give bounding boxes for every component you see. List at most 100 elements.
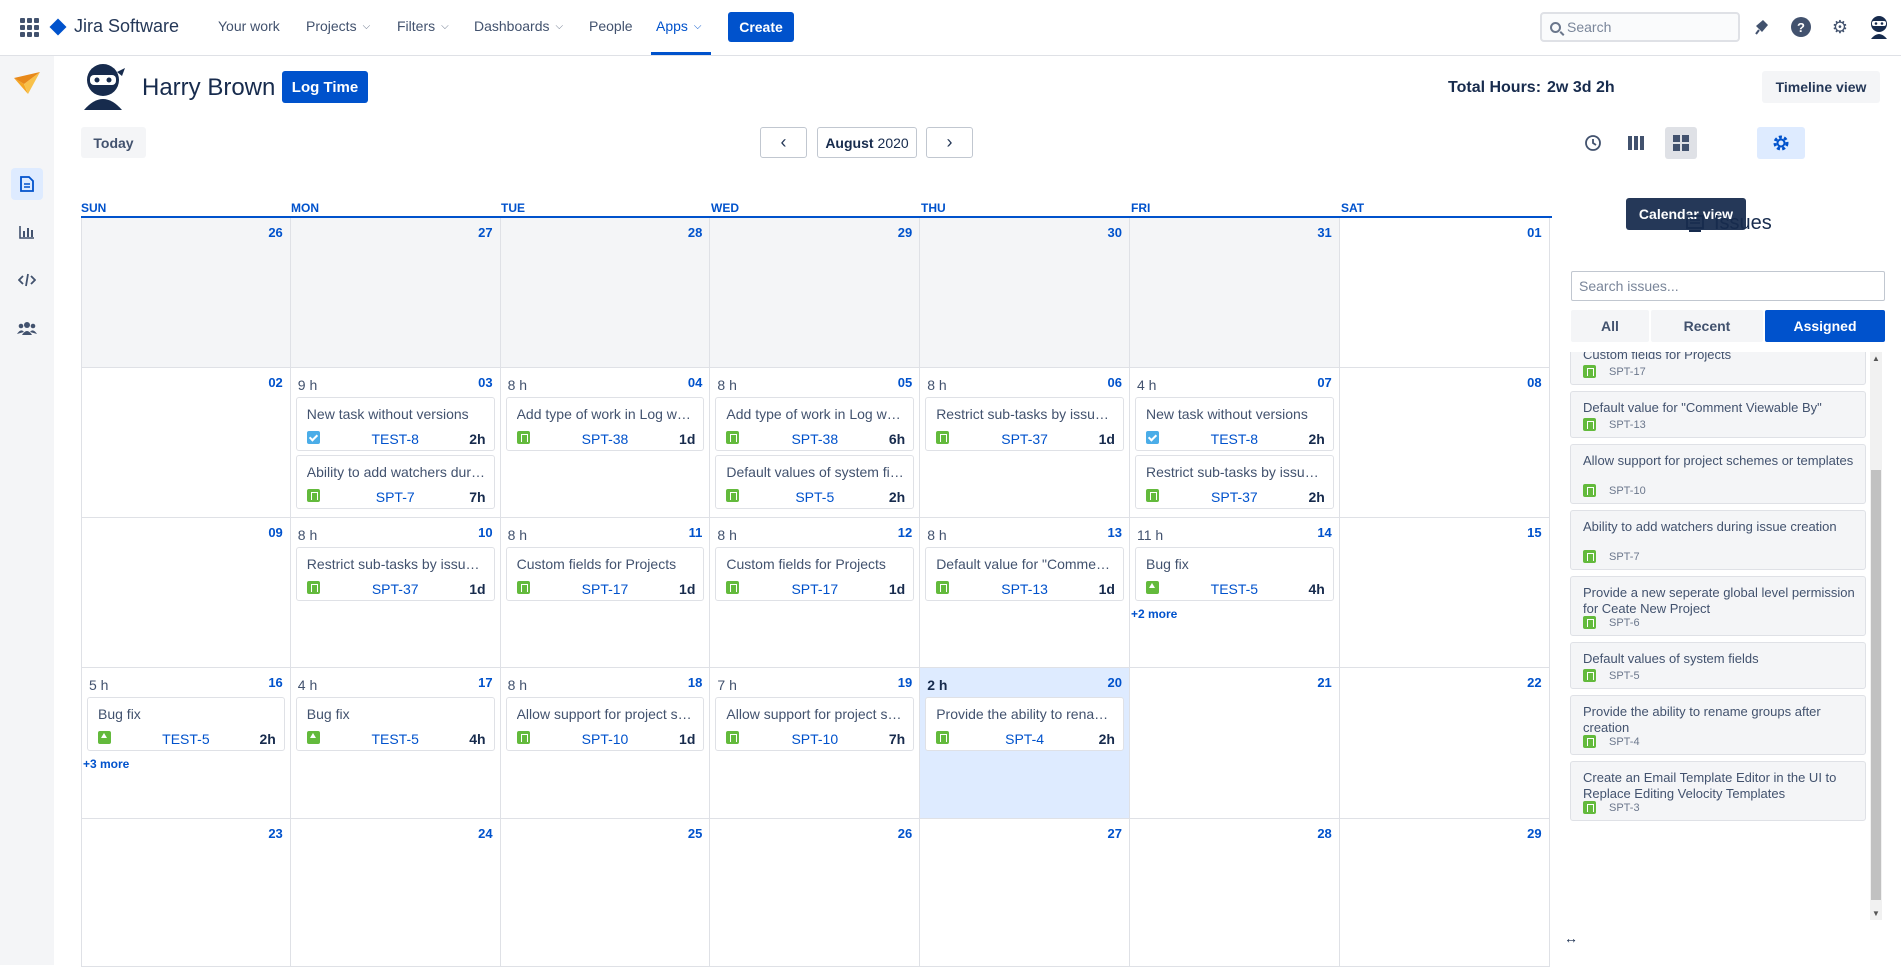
day-cell[interactable]: 29: [1339, 819, 1550, 967]
nav-people[interactable]: People: [589, 18, 633, 34]
day-cell[interactable]: 28: [1129, 819, 1340, 967]
nav-projects[interactable]: Projects ⌵: [306, 18, 370, 34]
day-cell[interactable]: 27: [920, 819, 1130, 967]
app-logo-icon[interactable]: [12, 70, 42, 96]
day-cell[interactable]: 11 8 h Custom fields for Projects SPT-17 1d: [500, 518, 711, 668]
timesheet-document-icon[interactable]: [11, 168, 43, 200]
worklog-card[interactable]: Restrict sub-tasks by issue type SPT-37 1d: [925, 397, 1124, 451]
previous-month-button[interactable]: ‹: [760, 127, 807, 158]
reports-chart-icon[interactable]: [11, 216, 43, 248]
nav-filters[interactable]: Filters ⌵: [397, 18, 449, 34]
issue-key-link[interactable]: SPT-38: [507, 431, 704, 447]
day-cell[interactable]: 10 8 h Restrict sub-tasks by issue type SPT…: [290, 518, 501, 668]
worklog-card[interactable]: Bug fix TEST-5 4h: [1134, 547, 1334, 601]
worklog-card[interactable]: Restrict sub-tasks by issue type SPT-37 1d: [295, 547, 495, 601]
scroll-up-arrow-icon[interactable]: ▲: [1872, 354, 1880, 363]
day-cell[interactable]: 20 2 h Provide the ability to rename group…: [920, 668, 1130, 819]
expand-collapse-icon[interactable]: ↔: [1564, 930, 1578, 946]
nav-dashboards[interactable]: Dashboards ⌵: [474, 18, 563, 34]
scroll-thumb[interactable]: [1871, 470, 1881, 900]
nav-your-work[interactable]: Your work: [218, 18, 280, 34]
day-cell[interactable]: 12 8 h Custom fields for Projects SPT-17 1d: [710, 518, 921, 668]
issue-key-link[interactable]: SPT-10: [507, 731, 704, 747]
worklog-card[interactable]: Add type of work in Log work dialog SPT-3…: [715, 397, 915, 451]
worklog-card[interactable]: Bug fix TEST-5 4h: [295, 697, 495, 751]
day-cell[interactable]: 02: [81, 368, 291, 518]
worklog-card[interactable]: Default value for "Comment Viewable By" S…: [925, 547, 1124, 601]
issue-key-link[interactable]: SPT-10: [716, 731, 913, 747]
month-selector[interactable]: August 2020: [817, 127, 917, 158]
nav-apps[interactable]: Apps ⌵: [656, 18, 702, 34]
day-cell[interactable]: 26: [81, 218, 291, 368]
day-cell[interactable]: 14 11 h Bug fix TEST-5 4h +2 more: [1129, 518, 1340, 668]
more-worklogs-link[interactable]: +3 more: [83, 757, 129, 771]
issue-key-link[interactable]: SPT-17: [716, 581, 913, 597]
issue-key-link[interactable]: SPT-5: [716, 489, 913, 505]
day-cell[interactable]: 21: [1129, 668, 1340, 819]
issue-key-link[interactable]: SPT-4: [926, 731, 1123, 747]
code-icon[interactable]: [11, 264, 43, 296]
day-cell[interactable]: 06 8 h Restrict sub-tasks by issue type SPT…: [920, 368, 1130, 518]
day-cell[interactable]: 25: [500, 819, 711, 967]
log-time-button[interactable]: Log Time: [282, 71, 368, 103]
worklog-card[interactable]: Custom fields for Projects SPT-17 1d: [505, 547, 705, 601]
issue-key-link[interactable]: SPT-37: [297, 581, 494, 597]
team-users-icon[interactable]: [11, 312, 43, 344]
day-cell[interactable]: 01: [1339, 218, 1550, 368]
issue-list-item[interactable]: Default value for "Comment Viewable By" S…: [1570, 391, 1866, 438]
issue-key-link[interactable]: SPT-38: [716, 431, 913, 447]
settings-gear-icon[interactable]: ⚙: [1829, 16, 1851, 38]
day-cell[interactable]: 15: [1339, 518, 1550, 668]
worklog-card[interactable]: Bug fix TEST-5 2h: [87, 697, 285, 751]
issue-key-link[interactable]: SPT-17: [507, 581, 704, 597]
columns-view-icon[interactable]: [1620, 127, 1652, 159]
notifications-icon[interactable]: [1751, 16, 1773, 38]
worklog-card[interactable]: Restrict sub-tasks by issue type SPT-37 2h: [1134, 455, 1334, 509]
day-cell[interactable]: 29: [710, 218, 921, 368]
issue-key-link[interactable]: SPT-37: [926, 431, 1123, 447]
issue-list-item[interactable]: Create an Email Template Editor in the U…: [1570, 761, 1866, 821]
worklog-card[interactable]: Default values of system fields SPT-5 2h: [715, 455, 915, 509]
day-cell[interactable]: 19 7 h Allow support for project schemes o…: [710, 668, 921, 819]
day-cell[interactable]: 08: [1339, 368, 1550, 518]
app-switcher-icon[interactable]: [20, 18, 39, 37]
search-input[interactable]: Search: [1540, 12, 1740, 42]
issue-list-scrollbar[interactable]: ▲ ▼: [1870, 352, 1882, 920]
issue-key-link[interactable]: TEST-5: [1136, 581, 1333, 597]
day-cell[interactable]: 22: [1339, 668, 1550, 819]
clock-icon[interactable]: [1577, 127, 1609, 159]
create-button[interactable]: Create: [728, 12, 794, 42]
day-cell[interactable]: 03 9 h New task without versions TEST-8 2h Ab…: [290, 368, 501, 518]
issue-list-item[interactable]: Ability to add watchers during issue cre…: [1570, 510, 1866, 570]
day-cell[interactable]: 07 4 h New task without versions TEST-8 2h Re…: [1129, 368, 1340, 518]
issue-key-link[interactable]: TEST-5: [88, 731, 284, 747]
day-cell[interactable]: 30: [920, 218, 1130, 368]
day-cell[interactable]: 28: [500, 218, 711, 368]
profile-avatar-icon[interactable]: [1868, 16, 1890, 39]
worklog-card[interactable]: Custom fields for Projects SPT-17 1d: [715, 547, 915, 601]
tab-all[interactable]: All: [1571, 310, 1649, 342]
day-cell[interactable]: 09: [81, 518, 291, 668]
more-worklogs-link[interactable]: +2 more: [1131, 607, 1177, 621]
issue-key-link[interactable]: SPT-37: [1136, 489, 1333, 505]
tab-recent[interactable]: Recent: [1651, 310, 1763, 342]
issue-list-item[interactable]: Allow support for project schemes or tem…: [1570, 444, 1866, 504]
day-cell[interactable]: 13 8 h Default value for "Comment Viewable…: [920, 518, 1130, 668]
jira-logo[interactable]: Jira Software: [49, 16, 179, 37]
worklog-card[interactable]: Add type of work in Log work dialog SPT-3…: [505, 397, 705, 451]
day-cell[interactable]: 23: [81, 819, 291, 967]
issue-key-link[interactable]: TEST-8: [1136, 431, 1333, 447]
tab-assigned[interactable]: Assigned: [1765, 310, 1885, 342]
grid-view-icon[interactable]: [1665, 127, 1697, 159]
worklog-card[interactable]: Provide the ability to rename groups aft…: [925, 697, 1124, 751]
scroll-down-arrow-icon[interactable]: ▼: [1872, 909, 1880, 918]
next-month-button[interactable]: ›: [926, 127, 973, 158]
calendar-settings-icon[interactable]: [1757, 127, 1805, 159]
worklog-card[interactable]: New task without versions TEST-8 2h: [1134, 397, 1334, 451]
issue-list-item[interactable]: Custom fields for Projects SPT-17: [1570, 352, 1866, 385]
day-cell[interactable]: 24: [290, 819, 501, 967]
issues-search-input[interactable]: Search issues...: [1571, 271, 1885, 301]
timeline-view-button[interactable]: Timeline view: [1762, 71, 1880, 103]
worklog-card[interactable]: Ability to add watchers during issue cre…: [295, 455, 495, 509]
worklog-card[interactable]: Allow support for project schemes or tem…: [505, 697, 705, 751]
